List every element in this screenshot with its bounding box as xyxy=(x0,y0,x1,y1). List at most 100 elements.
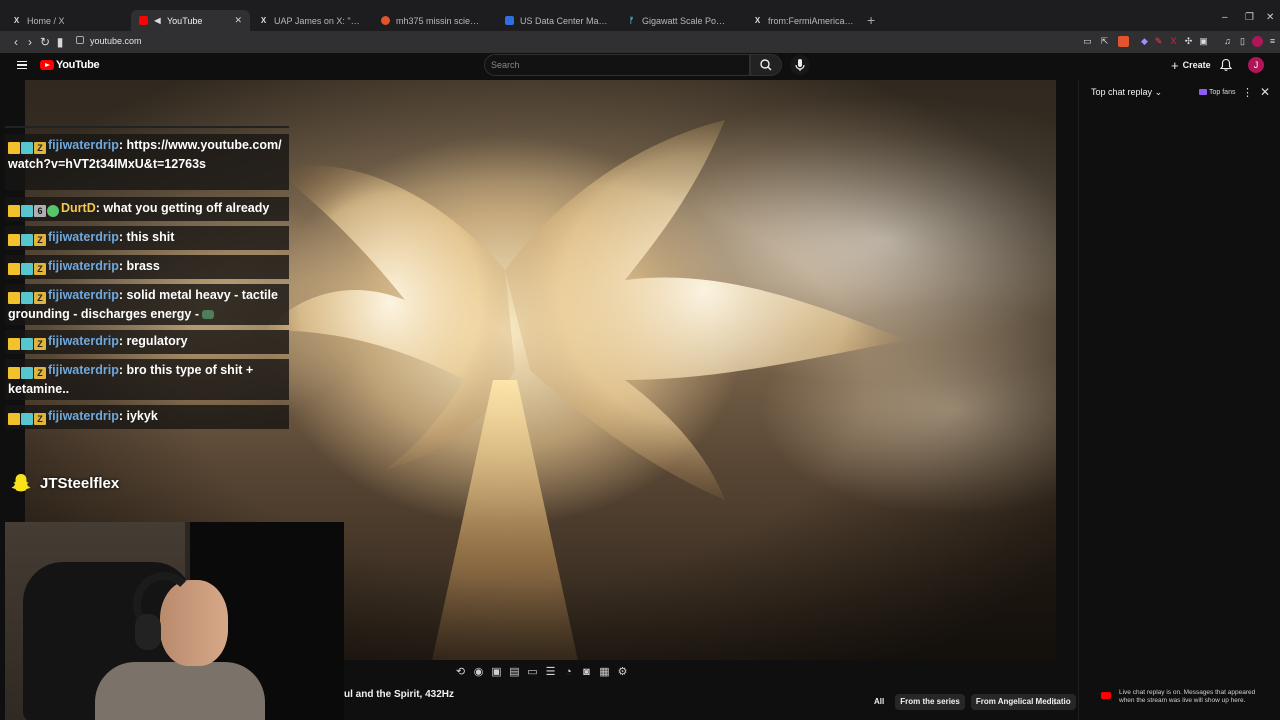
loop-icon[interactable]: ⟲ xyxy=(453,665,468,679)
screen: X Home / X ◀ YouTube ✕ X UAP James on X:… xyxy=(0,0,1280,720)
x-icon: X xyxy=(13,16,20,25)
tab-title: mh375 missin scientists - Brave Sear xyxy=(396,15,484,26)
grid-badge-icon xyxy=(21,233,33,246)
crown-badge-icon xyxy=(8,233,20,246)
chip-all[interactable]: All xyxy=(869,694,889,710)
tier-badge-icon: Z xyxy=(34,412,46,425)
restore-icon[interactable]: ❐ xyxy=(1245,12,1254,23)
back-icon[interactable]: ‹ xyxy=(9,35,23,49)
cast-icon[interactable]: ▭ xyxy=(1082,36,1093,47)
reload-icon[interactable]: ↻ xyxy=(38,35,52,49)
close-tab-icon[interactable]: ✕ xyxy=(234,15,242,26)
streamer-name: JTSteelflex xyxy=(40,474,120,492)
clip-icon[interactable]: ▤ xyxy=(507,665,522,679)
create-button[interactable]: + Create xyxy=(1164,56,1218,74)
crown-badge-icon xyxy=(8,366,20,379)
close-chat-icon[interactable]: ✕ xyxy=(1260,85,1270,99)
map-icon xyxy=(505,16,514,25)
chip-from-angelical-meditation[interactable]: From Angelical Meditatio xyxy=(970,694,1076,710)
ambient-icon[interactable]: ◉ xyxy=(471,665,486,679)
chat-text: iykyk xyxy=(126,409,158,423)
bookmark-icon[interactable]: ▮ xyxy=(53,35,67,49)
x-icon: X xyxy=(260,16,267,25)
brave-shield-icon[interactable] xyxy=(1118,36,1129,47)
grid-badge-icon xyxy=(21,337,33,350)
search-input[interactable] xyxy=(491,58,741,72)
user-badges: Z xyxy=(8,335,47,352)
tab-youtube[interactable]: ◀ YouTube ✕ xyxy=(131,10,250,31)
profile-icon[interactable] xyxy=(1252,36,1263,47)
tab-title: UAP James on X: "NBC News: Genera xyxy=(274,15,362,26)
live-chat-panel: Top chat replay ⌄ Top fans ⋮ ✕ Live chat… xyxy=(1078,80,1280,720)
menu-icon[interactable]: ≡ xyxy=(1267,36,1278,47)
screenshot-icon[interactable]: ▣ xyxy=(1198,36,1209,47)
music-icon[interactable]: ♫ xyxy=(1222,36,1233,47)
tier-badge-icon: Z xyxy=(34,366,46,379)
pen-icon[interactable]: ✎ xyxy=(1153,36,1164,47)
extension-icon[interactable]: ◆ xyxy=(1139,36,1150,47)
youtube-wordmark[interactable]: YouTube xyxy=(56,59,100,71)
chat-message: Zfijiwaterdrip: regulatory xyxy=(5,330,289,354)
captions-icon[interactable]: ▦ xyxy=(597,665,612,679)
snapchat-ghost-icon xyxy=(11,474,31,492)
tab-brave-search[interactable]: mh375 missin scientists - Brave Sear xyxy=(373,10,492,31)
youtube-logo-icon[interactable] xyxy=(40,60,54,70)
chat-username: fijiwaterdrip xyxy=(48,334,119,348)
chat-message: 6 DurtD: what you getting off already xyxy=(5,197,289,221)
voice-search-button[interactable] xyxy=(790,55,810,75)
chat-username: DurtD xyxy=(61,201,96,215)
search-button[interactable] xyxy=(750,54,782,76)
tier-badge-icon: Z xyxy=(34,337,46,350)
user-badges: Z xyxy=(8,231,47,248)
close-window-icon[interactable]: ✕ xyxy=(1266,12,1274,23)
site-info-icon[interactable] xyxy=(76,36,84,44)
chat-message: Zfijiwaterdrip: https://www.youtube.com/… xyxy=(5,134,289,190)
account-avatar[interactable]: J xyxy=(1248,57,1264,73)
user-badges: 6 xyxy=(8,202,60,219)
tab-gigawatt[interactable]: ᚠ Gigawatt Scale Power for Next-Gen A xyxy=(619,10,738,31)
puzzle-icon[interactable]: ✣ xyxy=(1183,36,1194,47)
screenshot-icon[interactable]: ◙ xyxy=(579,665,594,679)
crown-badge-icon xyxy=(8,141,20,154)
user-badges: Z xyxy=(8,260,47,277)
crown-badge-icon xyxy=(8,291,20,304)
tier-badge-icon: Z xyxy=(34,233,46,246)
guide-menu-icon[interactable] xyxy=(17,61,27,69)
tab-fermi-america[interactable]: X from:FermiAmerica trump - Search / xyxy=(745,10,864,31)
url-field[interactable]: youtube.com xyxy=(90,36,142,46)
chat-text: this shit xyxy=(126,230,175,244)
settings-gear-icon[interactable]: ⚙ xyxy=(615,665,630,679)
headphones-earcup xyxy=(135,614,161,650)
top-fans-button[interactable]: Top fans xyxy=(1199,89,1235,96)
sidebar-icon[interactable]: ▯ xyxy=(1237,36,1248,47)
miniplayer-icon[interactable]: ▣ xyxy=(489,665,504,679)
new-tab-icon[interactable]: + xyxy=(867,12,875,28)
chat-text: brass xyxy=(126,259,160,273)
grid-badge-icon xyxy=(21,412,33,425)
user-badges: Z xyxy=(8,289,47,306)
crown-badge-icon xyxy=(8,412,20,425)
playlist-icon[interactable]: ☰ xyxy=(543,665,558,679)
forward-icon[interactable]: › xyxy=(23,35,37,49)
minimize-icon[interactable]: – xyxy=(1222,12,1228,23)
crown-badge-icon xyxy=(8,337,20,350)
grid-badge-icon xyxy=(21,262,33,275)
chat-mode-dropdown[interactable]: Top chat replay ⌄ xyxy=(1091,87,1162,98)
tab-home-x[interactable]: X Home / X xyxy=(4,10,130,31)
chat-replay-note: Live chat replay is on. Messages that ap… xyxy=(1119,689,1256,704)
gem-badge-icon xyxy=(47,204,59,217)
chip-from-the-series[interactable]: From the series xyxy=(895,694,965,710)
notifications-bell-icon[interactable] xyxy=(1219,58,1233,72)
speed-icon[interactable]: ◔ xyxy=(561,665,576,679)
tab-uap-james[interactable]: X UAP James on X: "NBC News: Genera xyxy=(251,10,370,31)
chat-username: fijiwaterdrip xyxy=(48,363,119,377)
more-options-icon[interactable]: ⋮ xyxy=(1242,86,1253,99)
crown-badge-icon xyxy=(8,204,20,217)
chevron-right-icon[interactable]: › xyxy=(1053,697,1056,708)
x-extension-icon[interactable]: X xyxy=(1168,36,1179,47)
share-icon[interactable]: ⇱ xyxy=(1099,36,1110,47)
create-label: Create xyxy=(1182,60,1211,70)
theater-icon[interactable]: ▭ xyxy=(525,665,540,679)
tab-data-center-map[interactable]: US Data Center Map - Project List & xyxy=(497,10,616,31)
webcam-feed xyxy=(5,522,344,720)
